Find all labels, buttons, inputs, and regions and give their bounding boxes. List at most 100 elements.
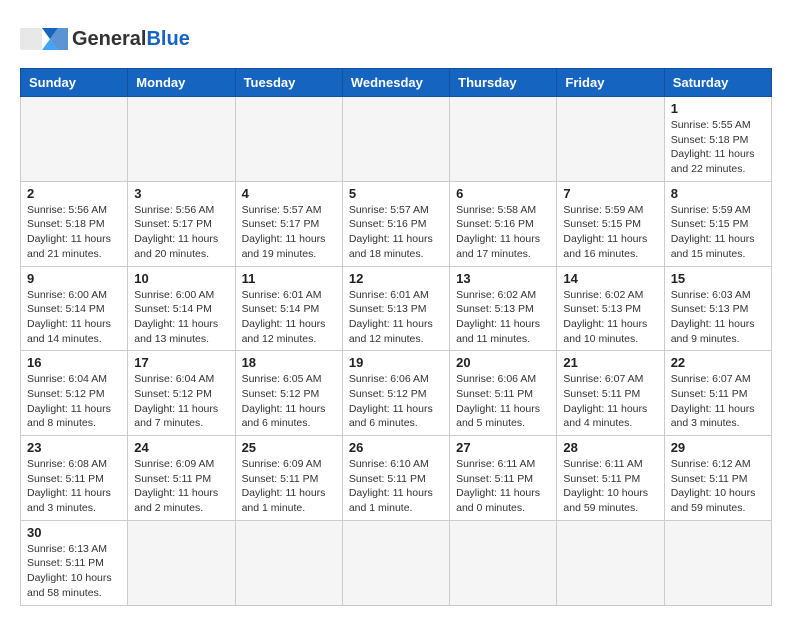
calendar-cell: 23 Sunrise: 6:08 AM Sunset: 5:11 PM Dayli… [21,436,128,521]
day-number: 28 [563,440,657,455]
day-info: Sunrise: 6:02 AM Sunset: 5:13 PM Dayligh… [456,288,550,347]
day-number: 6 [456,186,550,201]
day-info: Sunrise: 6:06 AM Sunset: 5:12 PM Dayligh… [349,372,443,431]
calendar-cell: 14 Sunrise: 6:02 AM Sunset: 5:13 PM Dayli… [557,266,664,351]
logo-blue-text: Blue [146,28,189,50]
calendar-cell: 29 Sunrise: 6:12 AM Sunset: 5:11 PM Dayli… [664,436,771,521]
page-header: GeneralBlue [20,20,772,58]
logo-general-text: General [72,28,146,50]
calendar-cell: 18 Sunrise: 6:05 AM Sunset: 5:12 PM Dayli… [235,351,342,436]
day-number: 2 [27,186,121,201]
logo-icon [20,20,68,58]
day-number: 24 [134,440,228,455]
weekday-header-saturday: Saturday [664,69,771,97]
day-info: Sunrise: 5:59 AM Sunset: 5:15 PM Dayligh… [671,203,765,262]
weekday-header-tuesday: Tuesday [235,69,342,97]
day-number: 27 [456,440,550,455]
day-info: Sunrise: 6:00 AM Sunset: 5:14 PM Dayligh… [27,288,121,347]
day-number: 19 [349,355,443,370]
day-info: Sunrise: 6:04 AM Sunset: 5:12 PM Dayligh… [27,372,121,431]
day-info: Sunrise: 6:00 AM Sunset: 5:14 PM Dayligh… [134,288,228,347]
day-info: Sunrise: 6:13 AM Sunset: 5:11 PM Dayligh… [27,542,121,601]
calendar-week-row: 30 Sunrise: 6:13 AM Sunset: 5:11 PM Dayli… [21,520,772,605]
calendar-cell [450,97,557,182]
day-info: Sunrise: 6:08 AM Sunset: 5:11 PM Dayligh… [27,457,121,516]
day-info: Sunrise: 6:07 AM Sunset: 5:11 PM Dayligh… [671,372,765,431]
weekday-header-wednesday: Wednesday [342,69,449,97]
calendar-week-row: 16 Sunrise: 6:04 AM Sunset: 5:12 PM Dayli… [21,351,772,436]
calendar-cell: 15Sunrise: 6:03 AM Sunset: 5:13 PM Dayli… [664,266,771,351]
day-number: 13 [456,271,550,286]
day-number: 1 [671,101,765,116]
day-number: 30 [27,525,121,540]
day-info: Sunrise: 5:56 AM Sunset: 5:18 PM Dayligh… [27,203,121,262]
calendar-cell: 5 Sunrise: 5:57 AM Sunset: 5:16 PM Daylig… [342,181,449,266]
calendar-cell: 25Sunrise: 6:09 AM Sunset: 5:11 PM Dayli… [235,436,342,521]
calendar-cell [235,97,342,182]
day-info: Sunrise: 6:05 AM Sunset: 5:12 PM Dayligh… [242,372,336,431]
calendar-header: SundayMondayTuesdayWednesdayThursdayFrid… [21,69,772,97]
calendar-cell [128,520,235,605]
calendar-cell: 1 Sunrise: 5:55 AM Sunset: 5:18 PM Daylig… [664,97,771,182]
day-number: 11 [242,271,336,286]
day-info: Sunrise: 5:56 AM Sunset: 5:17 PM Dayligh… [134,203,228,262]
day-number: 20 [456,355,550,370]
day-info: Sunrise: 5:57 AM Sunset: 5:16 PM Dayligh… [349,203,443,262]
calendar-cell [557,520,664,605]
day-info: Sunrise: 6:06 AM Sunset: 5:11 PM Dayligh… [456,372,550,431]
day-number: 7 [563,186,657,201]
calendar-week-row: 1 Sunrise: 5:55 AM Sunset: 5:18 PM Daylig… [21,97,772,182]
calendar-cell: 17 Sunrise: 6:04 AM Sunset: 5:12 PM Dayli… [128,351,235,436]
day-info: Sunrise: 5:57 AM Sunset: 5:17 PM Dayligh… [242,203,336,262]
calendar-cell: 4 Sunrise: 5:57 AM Sunset: 5:17 PM Daylig… [235,181,342,266]
day-number: 16 [27,355,121,370]
day-number: 14 [563,271,657,286]
calendar-week-row: 2 Sunrise: 5:56 AM Sunset: 5:18 PM Daylig… [21,181,772,266]
calendar-cell: 21 Sunrise: 6:07 AM Sunset: 5:11 PM Dayli… [557,351,664,436]
day-info: Sunrise: 6:11 AM Sunset: 5:11 PM Dayligh… [563,457,657,516]
calendar-cell: 3Sunrise: 5:56 AM Sunset: 5:17 PM Daylig… [128,181,235,266]
calendar-cell: 24 Sunrise: 6:09 AM Sunset: 5:11 PM Dayli… [128,436,235,521]
day-info: Sunrise: 6:09 AM Sunset: 5:11 PM Dayligh… [134,457,228,516]
day-info: Sunrise: 6:02 AM Sunset: 5:13 PM Dayligh… [563,288,657,347]
calendar-cell: 11Sunrise: 6:01 AM Sunset: 5:14 PM Dayli… [235,266,342,351]
day-number: 9 [27,271,121,286]
calendar-cell: 12 Sunrise: 6:01 AM Sunset: 5:13 PM Dayli… [342,266,449,351]
calendar-body: 1 Sunrise: 5:55 AM Sunset: 5:18 PM Daylig… [21,97,772,606]
day-info: Sunrise: 5:58 AM Sunset: 5:16 PM Dayligh… [456,203,550,262]
calendar-cell: 19 Sunrise: 6:06 AM Sunset: 5:12 PM Dayli… [342,351,449,436]
day-info: Sunrise: 6:07 AM Sunset: 5:11 PM Dayligh… [563,372,657,431]
calendar-cell: 30 Sunrise: 6:13 AM Sunset: 5:11 PM Dayli… [21,520,128,605]
weekday-header-sunday: Sunday [21,69,128,97]
day-info: Sunrise: 5:55 AM Sunset: 5:18 PM Dayligh… [671,118,765,177]
day-info: Sunrise: 6:01 AM Sunset: 5:13 PM Dayligh… [349,288,443,347]
weekday-header-row: SundayMondayTuesdayWednesdayThursdayFrid… [21,69,772,97]
day-number: 23 [27,440,121,455]
day-info: Sunrise: 6:12 AM Sunset: 5:11 PM Dayligh… [671,457,765,516]
weekday-header-friday: Friday [557,69,664,97]
day-number: 29 [671,440,765,455]
calendar-cell [557,97,664,182]
weekday-header-monday: Monday [128,69,235,97]
calendar-cell [450,520,557,605]
day-number: 18 [242,355,336,370]
calendar-cell: 20 Sunrise: 6:06 AM Sunset: 5:11 PM Dayli… [450,351,557,436]
day-number: 5 [349,186,443,201]
calendar-cell [128,97,235,182]
calendar-cell: 26Sunrise: 6:10 AM Sunset: 5:11 PM Dayli… [342,436,449,521]
calendar-cell: 8 Sunrise: 5:59 AM Sunset: 5:15 PM Daylig… [664,181,771,266]
calendar-cell: 22 Sunrise: 6:07 AM Sunset: 5:11 PM Dayli… [664,351,771,436]
calendar-cell: 28 Sunrise: 6:11 AM Sunset: 5:11 PM Dayli… [557,436,664,521]
calendar-cell: 9 Sunrise: 6:00 AM Sunset: 5:14 PM Daylig… [21,266,128,351]
calendar-week-row: 23 Sunrise: 6:08 AM Sunset: 5:11 PM Dayli… [21,436,772,521]
day-number: 22 [671,355,765,370]
day-number: 17 [134,355,228,370]
day-number: 12 [349,271,443,286]
day-number: 4 [242,186,336,201]
calendar-cell: 13 Sunrise: 6:02 AM Sunset: 5:13 PM Dayli… [450,266,557,351]
calendar-cell: 27Sunrise: 6:11 AM Sunset: 5:11 PM Dayli… [450,436,557,521]
calendar-cell [21,97,128,182]
day-number: 21 [563,355,657,370]
day-number: 8 [671,186,765,201]
day-info: Sunrise: 6:04 AM Sunset: 5:12 PM Dayligh… [134,372,228,431]
